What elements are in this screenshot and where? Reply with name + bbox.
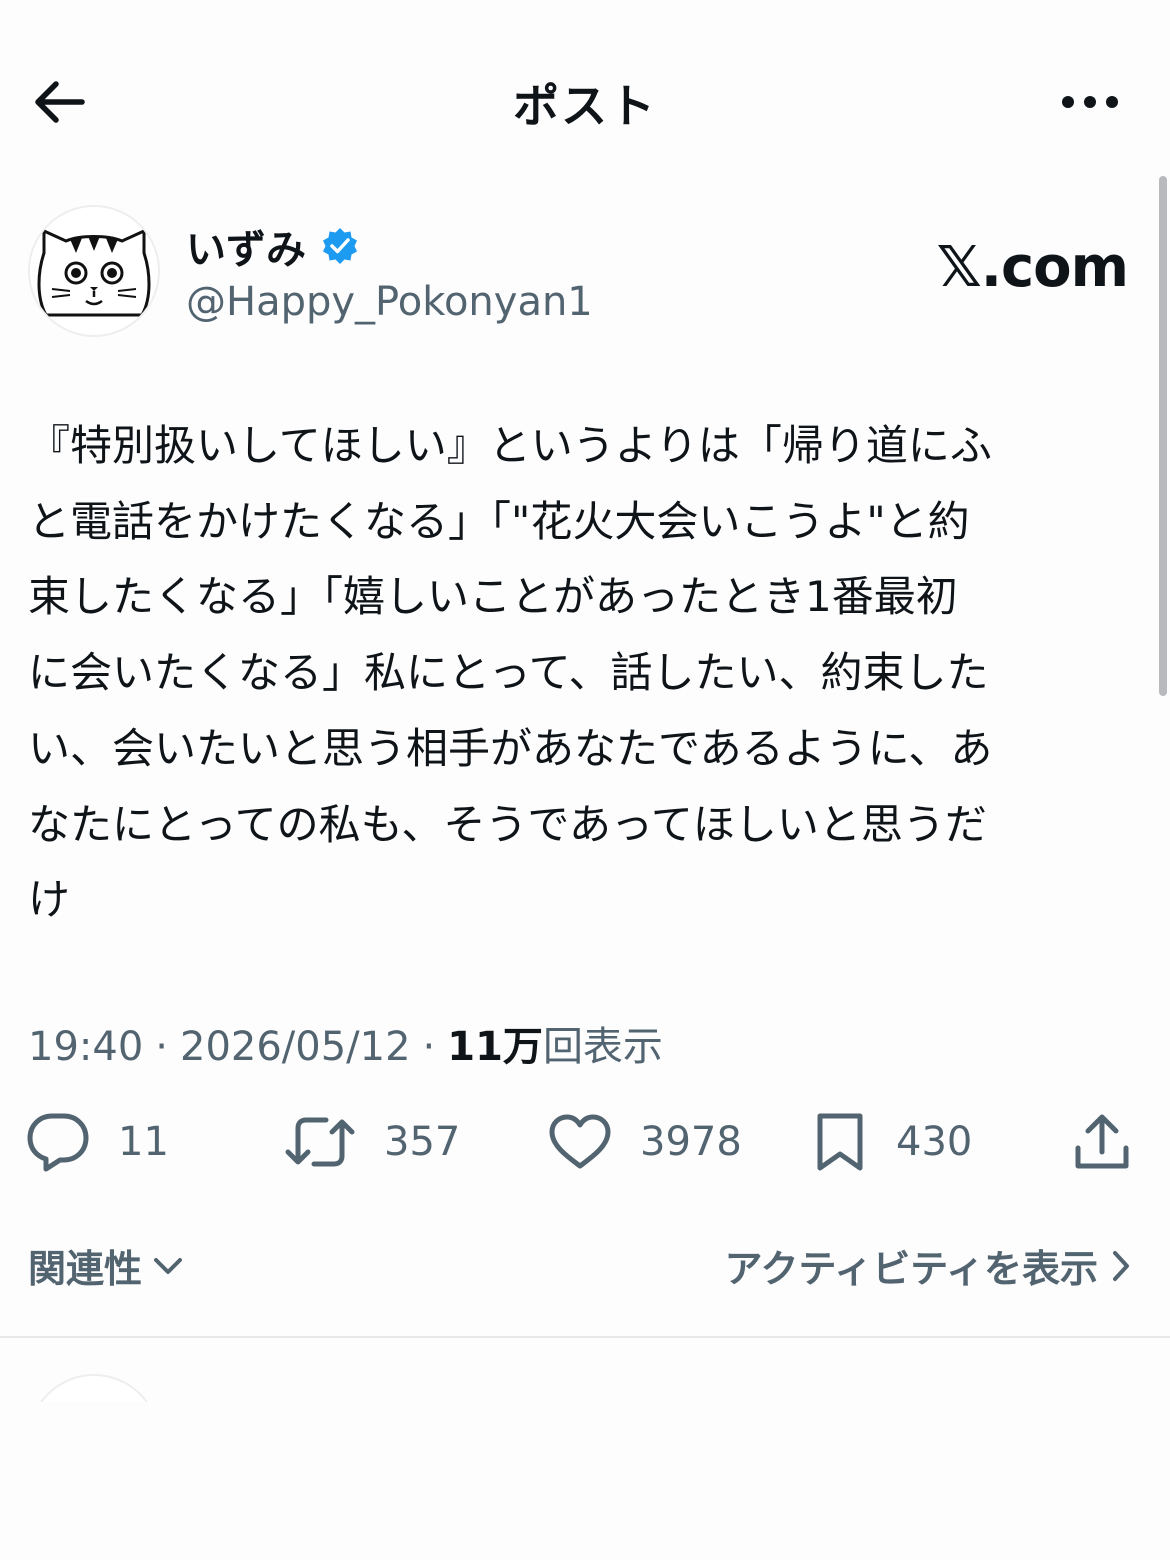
verified-badge-icon — [323, 228, 357, 264]
post-text-line: に会いたくなる」私にとって、話したい、約束した — [28, 648, 989, 698]
repost-count: 357 — [384, 1119, 461, 1165]
more-options-button[interactable] — [1058, 80, 1122, 124]
post-author: いずみ @Happy_Pokonyan1 𝕏.com — [28, 205, 1138, 345]
repost-button[interactable]: 357 — [284, 1100, 460, 1184]
relevance-label: 関連性 — [28, 1247, 143, 1291]
reply-count: 11 — [118, 1119, 169, 1165]
like-count: 3978 — [640, 1119, 742, 1165]
chevron-right-icon — [1113, 1250, 1129, 1281]
avatar[interactable] — [28, 205, 160, 337]
top-bar: ポスト — [0, 0, 1170, 200]
heart-icon — [549, 1114, 611, 1169]
relevance-sort-dropdown[interactable]: 関連性 — [28, 1238, 184, 1293]
views-label: 回表示 — [542, 1024, 663, 1070]
author-handle[interactable]: @Happy_Pokonyan1 — [186, 279, 593, 325]
more-dots-icon — [1062, 96, 1118, 108]
view-activity-link[interactable]: アクティビティを表示 — [724, 1238, 1130, 1293]
post-text-line: なたにとっての私も、そうであってほしいと思うだ — [28, 799, 987, 849]
post-text-line: け — [28, 875, 71, 925]
reply-icon — [27, 1113, 89, 1172]
x-com-logo: 𝕏.com — [936, 235, 1129, 300]
post-meta: 19:40 · 2026/05/12 · 11万 回表示 — [28, 1014, 663, 1072]
post-detail-screen: ポスト いずみ @Happy_Pokonyan1 𝕏.com 『特別扱いしてほし… — [0, 0, 1170, 1560]
reply-avatar-partial[interactable] — [28, 1374, 160, 1402]
activity-label: アクティビティを表示 — [724, 1247, 1098, 1291]
share-button[interactable] — [1072, 1100, 1132, 1184]
page-title: ポスト — [513, 79, 657, 133]
post-date[interactable]: 2026/05/12 — [180, 1024, 411, 1070]
cat-avatar-icon — [37, 228, 151, 317]
sort-and-activity-row: 関連性 アクティビティを表示 — [0, 1230, 1170, 1300]
share-icon — [1075, 1114, 1129, 1169]
reply-button[interactable]: 11 — [26, 1100, 169, 1184]
views-count: 11万 — [447, 1024, 543, 1070]
like-button[interactable]: 3978 — [548, 1100, 742, 1184]
post-text-line: 『特別扱いしてほしい』というよりは「帰り道にふ — [28, 421, 992, 470]
repost-icon — [285, 1117, 355, 1167]
bookmark-count: 430 — [896, 1119, 973, 1165]
bookmark-button[interactable]: 430 — [812, 1100, 972, 1184]
bookmark-icon — [817, 1113, 863, 1171]
meta-separator: · — [155, 1024, 168, 1070]
post-text: 『特別扱いしてほしい』というよりは「帰り道にふ と電話をかけたくなる」「"花火大… — [28, 408, 1128, 938]
post-text-line: い、会いたいと思う相手があなたであるように、あ — [28, 723, 993, 773]
section-divider — [0, 1336, 1170, 1338]
scrollbar[interactable] — [1159, 176, 1167, 696]
post-text-line: と電話をかけたくなる」「"花火大会いこうよ"と約 — [28, 496, 970, 546]
author-display-name[interactable]: いずみ — [186, 217, 306, 275]
post-text-line: 束したくなる」「嬉しいことがあったとき1番最初 — [28, 572, 958, 622]
post-time[interactable]: 19:40 — [28, 1024, 143, 1070]
chevron-down-icon — [154, 1257, 183, 1274]
meta-separator: · — [422, 1024, 436, 1070]
action-bar: 11 357 3978 430 — [0, 1100, 1170, 1184]
